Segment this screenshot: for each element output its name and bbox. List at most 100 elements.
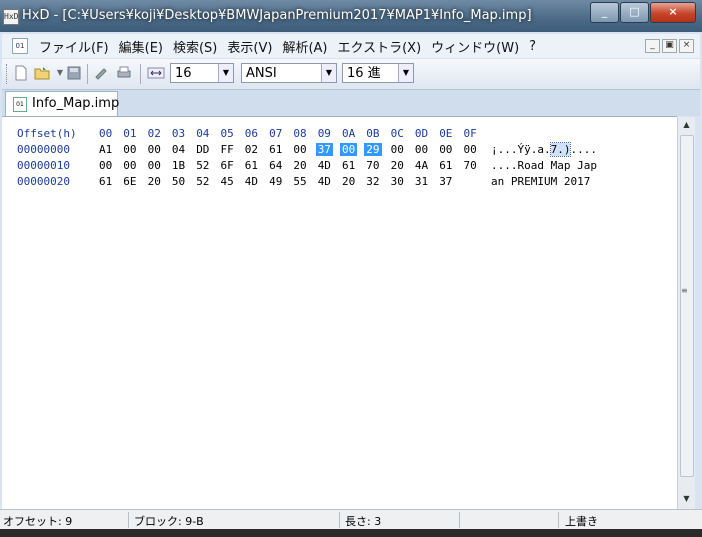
- offset-base-select[interactable]: 16 進 ▼: [342, 63, 414, 83]
- ascii-text[interactable]: ¡...Ýÿ.a.7.)....: [491, 142, 597, 157]
- hex-byte[interactable]: 61: [269, 143, 282, 156]
- status-length: 長さ: 3: [345, 515, 382, 528]
- chevron-down-icon[interactable]: ▼: [218, 64, 233, 82]
- row-offset: 00000000: [17, 143, 70, 156]
- hex-byte[interactable]: 00: [123, 143, 136, 156]
- hxd-app-icon[interactable]: HxD: [3, 9, 19, 25]
- title-bar[interactable]: HxD HxD - [C:¥Users¥koji¥Desktop¥BMWJapa…: [0, 0, 702, 32]
- hex-byte[interactable]: 20: [293, 159, 306, 172]
- column-header: 02: [147, 127, 161, 140]
- toolbar-grip[interactable]: [6, 64, 10, 84]
- hex-editor[interactable]: Offset(h) 00 01 02 03 04 05 06 07 08 09 0A 0B 0C 0D 0E…: [2, 116, 677, 510]
- hex-byte[interactable]: 00: [148, 159, 161, 172]
- hex-byte[interactable]: A1: [99, 143, 112, 156]
- hex-byte[interactable]: 49: [269, 175, 282, 188]
- hex-byte[interactable]: 61: [99, 175, 112, 188]
- hex-byte[interactable]: 00: [391, 143, 404, 156]
- file-icon: 01: [13, 97, 27, 112]
- hex-byte[interactable]: 70: [464, 159, 477, 172]
- hex-byte[interactable]: 29: [364, 143, 382, 156]
- hex-byte[interactable]: 55: [293, 175, 306, 188]
- hex-byte[interactable]: 04: [172, 143, 185, 156]
- menu-extras[interactable]: エクストラ(X): [332, 37, 426, 56]
- hex-byte[interactable]: 61: [245, 159, 258, 172]
- menu-edit[interactable]: 編集(E): [114, 37, 168, 56]
- hex-byte[interactable]: 00: [99, 159, 112, 172]
- mdi-restore-button[interactable]: ▣: [662, 39, 677, 53]
- tab-label: Info_Map.imp: [32, 96, 120, 111]
- hex-byte[interactable]: 00: [415, 143, 428, 156]
- hex-byte[interactable]: 61: [439, 159, 452, 172]
- hex-byte[interactable]: 00: [464, 143, 477, 156]
- new-file-icon[interactable]: [13, 65, 29, 81]
- hex-byte[interactable]: 30: [391, 175, 404, 188]
- status-bar: オフセット: 9 ブロック: 9-B 長さ: 3 上書き: [0, 509, 702, 530]
- tab-strip: 01 Info_Map.imp: [2, 90, 700, 116]
- tab-info-map[interactable]: 01 Info_Map.imp: [5, 91, 120, 116]
- ascii-text[interactable]: ....Road Map Jap: [491, 159, 597, 172]
- menu-search[interactable]: 検索(S): [168, 37, 222, 56]
- chevron-down-icon[interactable]: ▼: [321, 64, 336, 82]
- hex-byte[interactable]: 00: [123, 159, 136, 172]
- scroll-thumb[interactable]: [680, 135, 694, 477]
- open-folder-icon[interactable]: [34, 65, 50, 81]
- close-button[interactable]: ×: [650, 2, 696, 23]
- mdi-minimize-button[interactable]: _: [645, 39, 660, 53]
- column-header: 0B: [366, 127, 380, 140]
- menu-analysis[interactable]: 解析(A): [277, 37, 332, 56]
- hex-byte[interactable]: DD: [196, 143, 209, 156]
- hex-byte[interactable]: 52: [196, 175, 209, 188]
- hex-byte[interactable]: 37: [439, 175, 452, 188]
- hex-byte[interactable]: 6E: [123, 175, 136, 188]
- hex-byte[interactable]: 4D: [318, 175, 331, 188]
- scroll-down-icon[interactable]: ▼: [678, 491, 695, 507]
- hex-byte[interactable]: 00: [340, 143, 358, 156]
- column-header: 06: [244, 127, 259, 140]
- menu-view[interactable]: 表示(V): [222, 37, 277, 56]
- scroll-up-icon[interactable]: ▲: [678, 117, 695, 133]
- ascii-text[interactable]: an PREMIUM 2017: [491, 175, 590, 188]
- maximize-button[interactable]: □: [620, 2, 649, 23]
- menu-file[interactable]: ファイル(F): [34, 37, 114, 56]
- minimize-button[interactable]: _: [590, 2, 619, 23]
- hex-byte[interactable]: 4D: [318, 159, 331, 172]
- document-menu-icon[interactable]: 01: [12, 38, 28, 54]
- hex-byte[interactable]: 1B: [172, 159, 185, 172]
- column-header: 0F: [463, 127, 477, 140]
- hex-byte[interactable]: 20: [391, 159, 404, 172]
- hex-byte[interactable]: 20: [342, 175, 355, 188]
- hex-byte[interactable]: FF: [221, 143, 234, 156]
- hex-byte[interactable]: 02: [245, 143, 258, 156]
- hex-byte[interactable]: 00: [293, 143, 306, 156]
- columns-icon: [147, 65, 165, 81]
- hex-byte[interactable]: 61: [342, 159, 355, 172]
- bytes-per-row-select[interactable]: 16 ▼: [170, 63, 234, 83]
- desktop-strip: [0, 529, 702, 537]
- hex-byte[interactable]: 00: [148, 143, 161, 156]
- hex-byte[interactable]: 32: [366, 175, 379, 188]
- hex-byte[interactable]: 20: [148, 175, 161, 188]
- menu-help[interactable]: ?: [524, 39, 541, 54]
- charset-select[interactable]: ANSI ▼: [241, 63, 337, 83]
- status-separator: [339, 512, 340, 528]
- hex-byte[interactable]: 6F: [221, 159, 234, 172]
- save-icon[interactable]: [66, 65, 82, 81]
- hex-byte[interactable]: 37: [315, 143, 333, 156]
- mdi-close-button[interactable]: ×: [679, 39, 694, 53]
- hex-byte[interactable]: 4A: [415, 159, 428, 172]
- hex-byte[interactable]: 4D: [245, 175, 258, 188]
- hex-byte[interactable]: 31: [415, 175, 428, 188]
- wrench-icon[interactable]: [94, 65, 110, 81]
- chevron-down-icon[interactable]: ▼: [398, 64, 413, 82]
- hex-byte[interactable]: 64: [269, 159, 282, 172]
- vertical-scrollbar[interactable]: ▲ ≡ ▼: [677, 117, 695, 509]
- menu-window[interactable]: ウィンドウ(W): [426, 37, 524, 56]
- hex-byte[interactable]: 70: [366, 159, 379, 172]
- hex-byte[interactable]: 52: [196, 159, 209, 172]
- hex-byte[interactable]: 50: [172, 175, 185, 188]
- status-offset: オフセット: 9: [3, 515, 73, 528]
- print-icon[interactable]: [116, 65, 132, 81]
- column-header: 0E: [439, 127, 453, 140]
- hex-byte[interactable]: 00: [439, 143, 452, 156]
- hex-byte[interactable]: 45: [221, 175, 234, 188]
